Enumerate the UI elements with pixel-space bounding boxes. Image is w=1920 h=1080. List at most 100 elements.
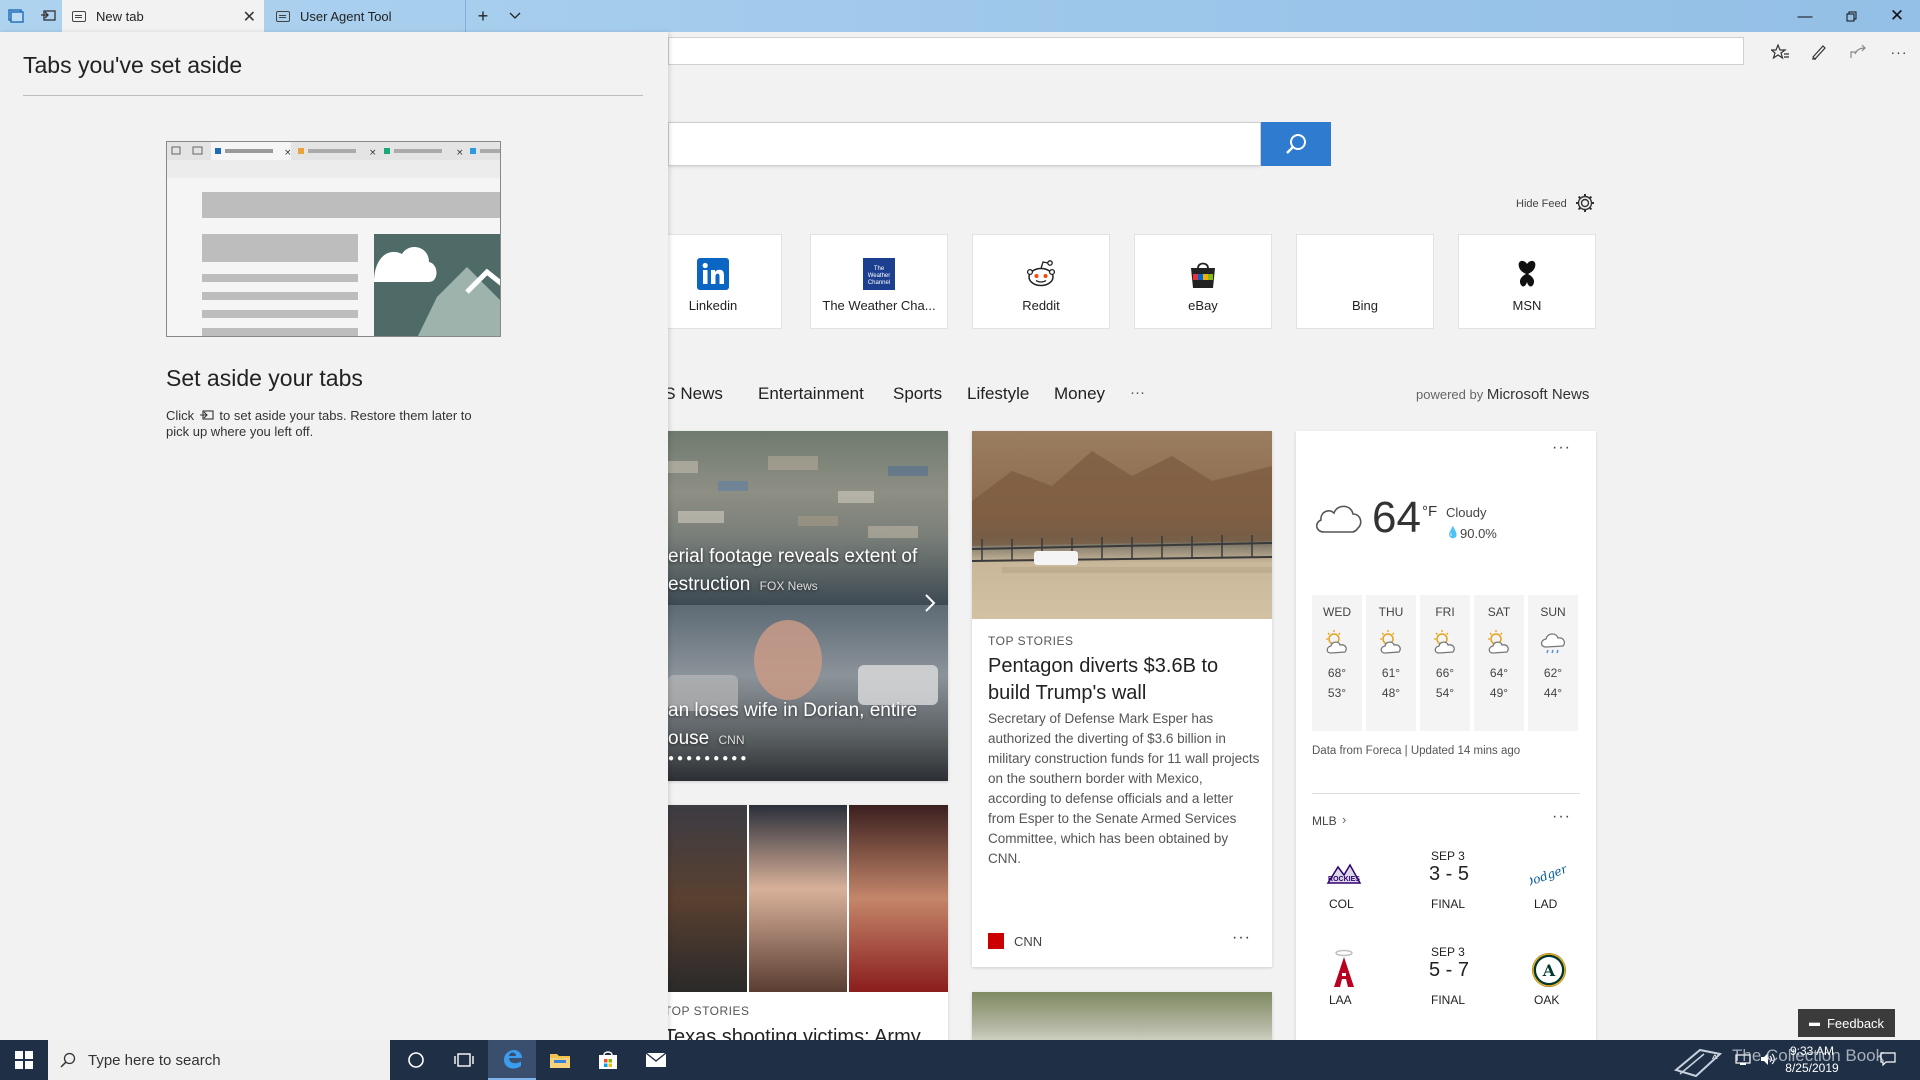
slide-dots[interactable]: ●●●●●●●●● <box>668 753 749 764</box>
close-tab-icon[interactable]: ✕ <box>243 7 256 27</box>
share-icon[interactable] <box>1847 41 1869 63</box>
taskbar-edge[interactable] <box>488 1040 536 1080</box>
team-abbr: LAA <box>1329 993 1352 1007</box>
slide-aerial-image[interactable]: erial footage reveals extent of estructi… <box>668 431 948 605</box>
address-bar[interactable] <box>668 37 1744 65</box>
taskbar-store[interactable] <box>584 1040 632 1080</box>
forecast-day[interactable]: SUN 62° 44° <box>1528 595 1578 731</box>
task-view-button[interactable] <box>440 1040 488 1080</box>
slide-dorian-image[interactable]: an loses wife in Dorian, entire ouse CNN… <box>668 605 948 781</box>
feedback-label: Feedback <box>1826 1015 1885 1031</box>
mail-icon <box>645 1052 667 1067</box>
svg-text:×: × <box>369 148 377 158</box>
slideshow-card[interactable]: erial footage reveals extent of estructi… <box>668 431 948 781</box>
taskbar-search-box[interactable]: Type here to search <box>48 1040 390 1080</box>
clock-time[interactable]: 9:33 AM <box>1775 1044 1849 1058</box>
game-score: 5 - 7 <box>1429 959 1470 981</box>
tab-list-chevron-icon[interactable] <box>505 6 525 26</box>
web-search-input[interactable] <box>668 122 1261 166</box>
mlb-more-icon[interactable]: ··· <box>1552 808 1571 826</box>
taskbar-mail[interactable] <box>632 1040 680 1080</box>
story-card-aerial[interactable] <box>972 992 1272 1040</box>
weather-channel-icon: The Weather Channel <box>863 258 895 290</box>
story-headline[interactable]: Pentagon diverts $3.6B to build Trump's … <box>988 653 1256 707</box>
start-button[interactable] <box>0 1040 48 1080</box>
story-card-texas[interactable]: TOP STORIES Texas shooting victims: Army <box>668 805 948 1040</box>
edge-icon <box>504 1050 522 1069</box>
top-site-label: MSN <box>1512 298 1542 313</box>
clock-date[interactable]: 8/25/2019 <box>1775 1061 1849 1075</box>
top-site-linkedin[interactable]: Linkedin <box>668 234 782 329</box>
forecast-day[interactable]: THU 61° 48° <box>1366 595 1416 731</box>
favorites-icon[interactable] <box>1769 41 1791 63</box>
next-slide-chevron-icon[interactable] <box>918 591 942 615</box>
category-lifestyle[interactable]: Lifestyle <box>967 384 1029 404</box>
game-score: 3 - 5 <box>1429 863 1470 885</box>
team-abbr: OAK <box>1534 993 1560 1007</box>
cortana-button[interactable] <box>392 1040 440 1080</box>
top-site-bing[interactable]: Bing <box>1296 234 1434 329</box>
weather-unit[interactable]: °F <box>1422 503 1437 520</box>
weather-more-icon[interactable]: ··· <box>1552 439 1571 457</box>
feedback-button[interactable]: ▬ Feedback <box>1798 1009 1895 1037</box>
folder-icon <box>550 1054 570 1068</box>
story-headline[interactable]: Texas shooting victims: Army <box>668 1024 921 1040</box>
powered-by: powered by Microsoft News <box>1416 386 1589 403</box>
taskbar-file-explorer[interactable] <box>536 1040 584 1080</box>
new-tab-page: Hide Feed Linkedin The Weather Channel The… <box>668 70 1920 1040</box>
forecast-day[interactable]: SAT 64° 49° <box>1474 595 1524 731</box>
gear-icon[interactable] <box>1574 192 1596 214</box>
game-row[interactable]: ROCKIES COL SEP 3 3 - 5 FINAL Dodgers LA… <box>1296 849 1596 919</box>
slide-source: FOX News <box>759 579 818 593</box>
forecast-day[interactable]: WED 68° 53° <box>1312 595 1362 731</box>
search-icon <box>1286 134 1306 154</box>
forecast-low: 49° <box>1489 686 1509 700</box>
story-more-icon[interactable]: ··· <box>1232 929 1251 947</box>
tab-user-agent-tool[interactable]: User Agent Tool <box>266 0 466 32</box>
svg-text:Weather: Weather <box>868 273 891 279</box>
svg-text:Dodgers: Dodgers <box>1530 860 1566 891</box>
minimize-button[interactable]: — <box>1782 0 1828 32</box>
slide-headline[interactable]: erial footage reveals extent of estructi… <box>668 543 948 600</box>
mlb-link[interactable]: MLB <box>1312 814 1337 828</box>
category-us-news[interactable]: US News <box>668 384 723 404</box>
category-sports[interactable]: Sports <box>893 384 942 404</box>
top-site-reddit[interactable]: Reddit <box>972 234 1110 329</box>
tabs-aside-icon[interactable] <box>6 6 26 26</box>
cloud-icon <box>1312 499 1364 535</box>
more-icon[interactable]: ··· <box>1888 41 1910 63</box>
top-site-weather-channel[interactable]: The Weather Channel The Weather Cha... <box>810 234 948 329</box>
top-site-ebay[interactable]: eBay <box>1134 234 1272 329</box>
weather-credit[interactable]: Data from Foreca | Updated 14 mins ago <box>1312 745 1520 757</box>
set-aside-tabs-icon[interactable] <box>38 6 58 26</box>
story-card-pentagon[interactable]: TOP STORIES Pentagon diverts $3.6B to bu… <box>972 431 1272 967</box>
hide-feed-link[interactable]: Hide Feed <box>1516 198 1567 210</box>
story-image <box>972 431 1272 619</box>
category-entertainment[interactable]: Entertainment <box>758 384 864 404</box>
game-date: SEP 3 <box>1431 849 1465 863</box>
category-money[interactable]: Money <box>1054 384 1105 404</box>
watermark-logo-icon <box>1670 1040 1730 1080</box>
svg-text:The: The <box>874 266 885 272</box>
forecast-high: 61° <box>1381 666 1401 680</box>
slide-headline[interactable]: an loses wife in Dorian, entire ouse CNN <box>668 697 948 754</box>
panel-heading: Tabs you've set aside <box>23 52 243 78</box>
forecast-high: 66° <box>1435 666 1455 680</box>
restore-button[interactable] <box>1828 0 1874 32</box>
forecast-day-name: WED <box>1323 605 1351 619</box>
slide-title: an loses wife in Dorian, entire ouse <box>668 700 918 749</box>
partly-sunny-icon <box>1312 629 1362 655</box>
close-window-button[interactable]: ✕ <box>1874 0 1920 32</box>
new-tab-icon[interactable]: + <box>473 6 493 26</box>
search-button[interactable] <box>1261 122 1331 166</box>
search-icon <box>60 1052 76 1068</box>
game-row[interactable]: LAA SEP 3 5 - 7 FINAL A OAK <box>1296 945 1596 1015</box>
pen-icon[interactable] <box>1808 41 1830 63</box>
forecast-day[interactable]: FRI 66° 54° <box>1420 595 1470 731</box>
set-aside-tabs-icon <box>199 409 214 424</box>
tab-new-tab[interactable]: New tab ✕ <box>62 0 264 32</box>
notifications-icon[interactable] <box>1880 1052 1896 1071</box>
top-site-msn[interactable]: MSN <box>1458 234 1596 329</box>
category-more[interactable]: ··· <box>1130 384 1145 401</box>
weather-precip: 90.0% <box>1460 526 1497 541</box>
